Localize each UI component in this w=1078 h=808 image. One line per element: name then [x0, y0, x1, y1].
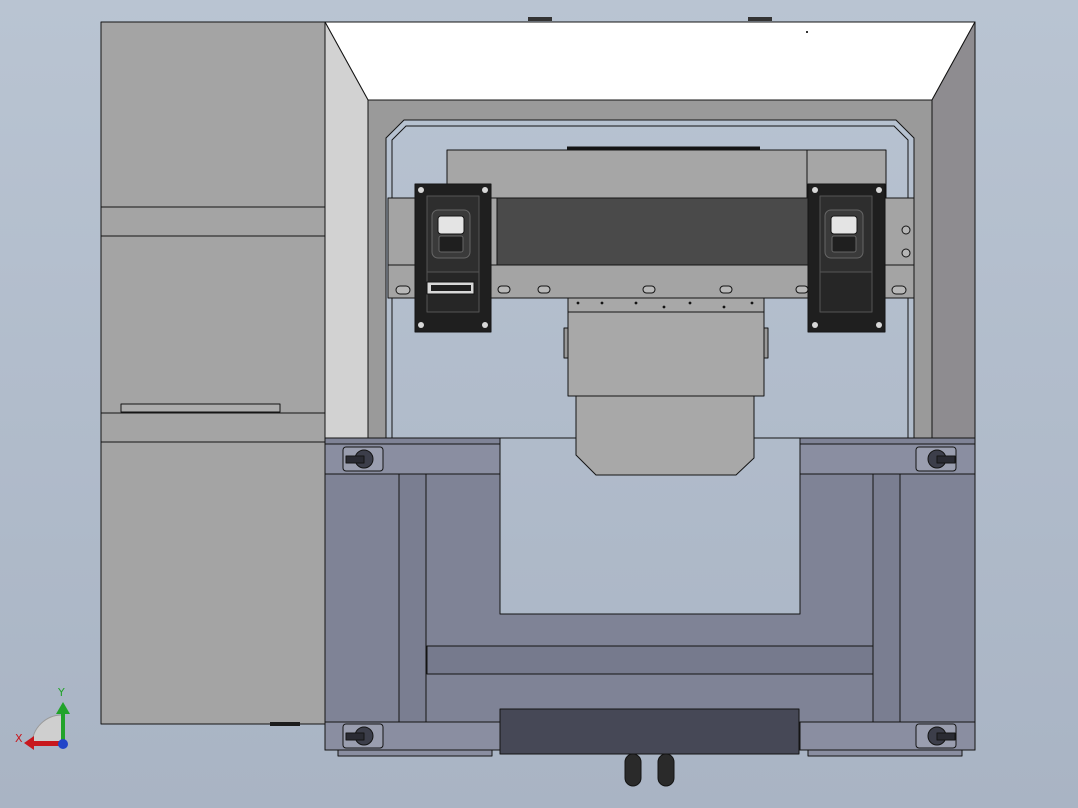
- caster-top-right: [915, 446, 957, 472]
- z-axis-marker: [58, 739, 68, 749]
- orientation-triad: [24, 702, 70, 750]
- mount-plate-left[interactable]: [414, 183, 492, 333]
- x-axis-label: X: [15, 732, 23, 745]
- cabinet-handle: [120, 403, 281, 413]
- caster-bottom-left: [342, 723, 384, 749]
- dark-panel: [496, 197, 810, 266]
- base-frame[interactable]: [324, 437, 976, 757]
- caster-top-left: [342, 446, 384, 472]
- cad-drawing: [24, 17, 976, 787]
- base-block: [499, 708, 800, 755]
- left-cabinet[interactable]: [100, 21, 326, 726]
- leveling-feet: [624, 753, 675, 787]
- center-assembly[interactable]: [563, 297, 769, 476]
- caster-bottom-right: [915, 723, 957, 749]
- mount-plate-right[interactable]: [807, 183, 886, 333]
- y-axis-label: Y: [58, 686, 65, 699]
- cad-viewport[interactable]: X Y: [0, 0, 1078, 808]
